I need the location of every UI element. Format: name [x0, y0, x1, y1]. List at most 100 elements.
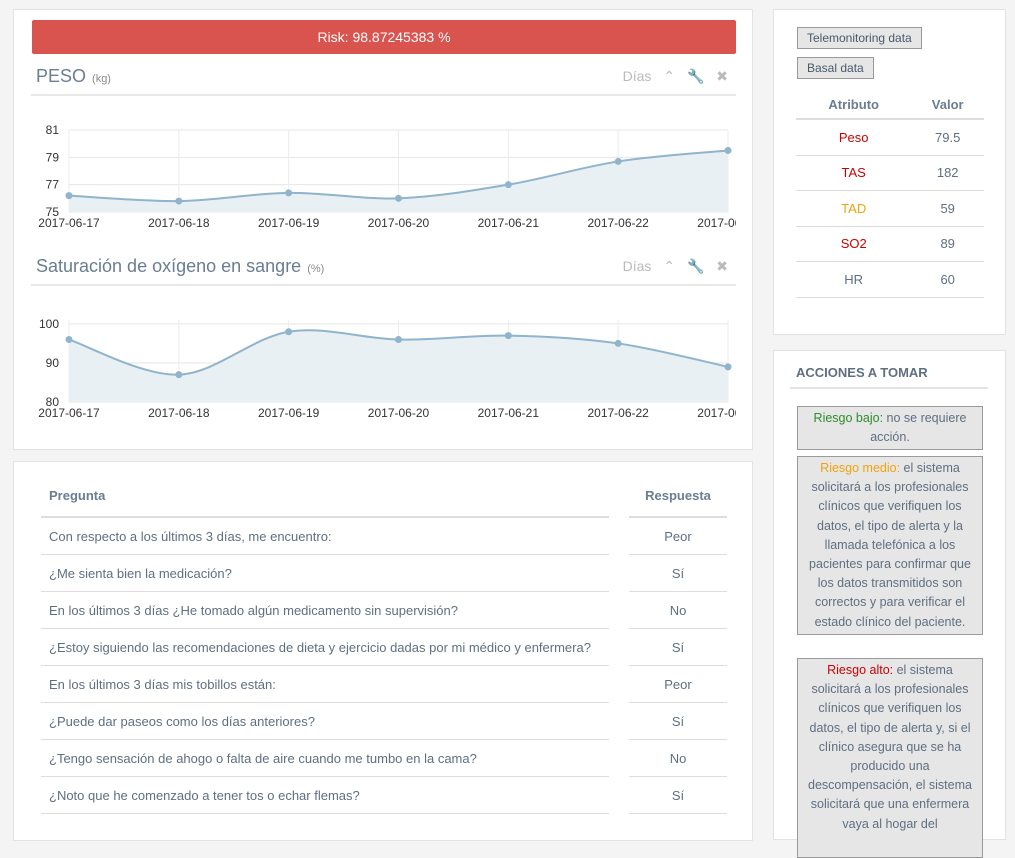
close-icon[interactable]: ✖ [716, 68, 728, 84]
y-tick-label: 100 [39, 317, 59, 331]
wrench-icon[interactable]: 🔧 [687, 258, 704, 274]
table-row: Peso 79.5 [796, 120, 984, 156]
weight-unit: (kg) [92, 73, 111, 85]
answer-text: Peor [629, 518, 727, 555]
x-tick-label: 2017-06-23 [697, 216, 736, 230]
data-point[interactable] [614, 157, 622, 165]
data-point[interactable] [285, 328, 293, 336]
attribute-value: 89 [911, 227, 984, 262]
low-risk-text: no se requiere acción. [870, 411, 967, 445]
answer-text: Sí [629, 629, 727, 666]
actions-title: ACCIONES A TOMAR [790, 361, 988, 389]
question-text: ¿Me sienta bien la medicación? [41, 555, 609, 592]
weight-chart-svg: 757779812017-06-17 2017-06-18 2017-06-19 20… [38, 123, 759, 230]
question-header: Pregunta [41, 474, 609, 518]
answer-text: Sí [629, 555, 727, 592]
data-point[interactable] [504, 181, 512, 189]
medium-risk-text: el sistema solicitará a los profesionale… [809, 461, 971, 629]
high-risk-box: Riesgo alto: el sistema solicitará a los… [797, 658, 983, 858]
spo2-widget-header: Saturación de oxígeno en sangre (%) Días … [31, 250, 736, 286]
data-point[interactable] [504, 332, 512, 340]
basal-data-button[interactable]: Basal data [797, 57, 874, 79]
x-tick-label: 2017-06-22 [587, 216, 649, 230]
attribute-name: TAD [796, 191, 912, 227]
high-risk-label: Riesgo alto: [827, 663, 894, 677]
x-tick-label: 2017-06-19 [258, 406, 320, 420]
answer-text: No [629, 592, 727, 629]
x-tick-label: 2017-06-18 [148, 216, 210, 230]
telemonitoring-data-button[interactable]: Telemonitoring data [797, 27, 922, 49]
chevron-up-icon[interactable]: ⌃ [663, 68, 675, 84]
chevron-up-icon[interactable]: ⌃ [663, 258, 675, 274]
weight-widget-controls: Días ⌃ 🔧 ✖ [615, 68, 728, 85]
y-tick-label: 79 [46, 150, 60, 164]
data-point[interactable] [175, 197, 183, 205]
y-tick-label: 90 [46, 356, 60, 370]
data-point[interactable] [614, 339, 622, 347]
answer-text: Peor [629, 666, 727, 703]
question-text: ¿Tengo sensación de ahogo o falta de air… [41, 740, 609, 777]
answer-text: No [629, 740, 727, 777]
spo2-widget-title: Saturación de oxígeno en sangre (%) [36, 256, 324, 277]
spo2-chart: 80 90 100 2017-06-17 2017-06-18 2017-06-19 201… [31, 308, 759, 428]
question-text: En los últimos 3 días ¿He tomado algún m… [41, 592, 609, 629]
weight-widget-header: PESO (kg) Días ⌃ 🔧 ✖ [31, 60, 736, 96]
table-row: SO2 89 [796, 227, 984, 262]
x-tick-label: 2017-06-21 [478, 216, 540, 230]
data-point[interactable] [65, 336, 73, 344]
spo2-title-text: Saturación de oxígeno en sangre [36, 256, 302, 276]
attribute-name: TAS [796, 156, 912, 191]
data-point[interactable] [395, 194, 402, 202]
medium-risk-box: Riesgo medio: el sistema solicitará a lo… [797, 456, 983, 635]
table-row: ¿Noto que he comenzado a tener tos o ech… [41, 777, 727, 814]
x-tick-label: 2017-06-21 [478, 406, 540, 420]
close-icon[interactable]: ✖ [716, 258, 728, 274]
attribute-name: Peso [796, 120, 912, 156]
spo2-widget-controls: Días ⌃ 🔧 ✖ [615, 258, 728, 275]
data-point[interactable] [724, 363, 732, 371]
attribute-value: 182 [911, 156, 984, 191]
questionnaire-table: Pregunta Respuesta Con respecto a los úl… [41, 474, 727, 814]
data-point[interactable] [724, 147, 732, 154]
attribute-name: HR [796, 262, 912, 298]
low-risk-box: Riesgo bajo: no se requiere acción. [797, 406, 983, 451]
weight-widget-title: PESO (kg) [36, 66, 111, 87]
spo2-chart-svg: 80901002017-06-17 2017-06-18 2017-06-19 201… [38, 317, 759, 420]
attribute-header: Atributo [796, 90, 912, 120]
x-tick-label: 2017-06-18 [148, 406, 210, 420]
data-point[interactable] [65, 192, 73, 200]
x-tick-label: 2017-06-17 [38, 216, 100, 230]
table-row: En los últimos 3 días mis tobillos están… [41, 666, 727, 703]
y-tick-label: 77 [46, 178, 60, 192]
question-text: Con respecto a los últimos 3 días, me en… [41, 518, 609, 555]
questionnaire-panel: Pregunta Respuesta Con respecto a los úl… [13, 461, 753, 841]
question-text: ¿Puede dar paseos como los días anterior… [41, 703, 609, 740]
weight-title-text: PESO [36, 66, 87, 86]
weight-period-label[interactable]: Días [623, 68, 652, 84]
low-risk-label: Riesgo bajo: [813, 411, 884, 425]
question-text: En los últimos 3 días mis tobillos están… [41, 666, 609, 703]
data-point[interactable] [285, 189, 293, 197]
attribute-name: SO2 [796, 227, 912, 262]
spo2-unit: (%) [307, 263, 325, 275]
data-panel: Telemonitoring data Basal data Atributo … [773, 9, 1006, 335]
actions-panel: ACCIONES A TOMAR Riesgo bajo: no se requ… [773, 350, 1006, 858]
table-row: En los últimos 3 días ¿He tomado algún m… [41, 592, 727, 629]
answer-header: Respuesta [629, 474, 727, 518]
question-text: ¿Estoy siguiendo las recomendaciones de … [41, 629, 609, 666]
data-point[interactable] [395, 336, 402, 344]
spo2-period-label[interactable]: Días [623, 258, 652, 274]
wrench-icon[interactable]: 🔧 [687, 68, 704, 84]
answer-text: Sí [629, 703, 727, 740]
x-tick-label: 2017-06-20 [368, 216, 430, 230]
table-row: ¿Tengo sensación de ahogo o falta de air… [41, 740, 727, 777]
table-row: ¿Puede dar paseos como los días anterior… [41, 703, 727, 740]
question-text: ¿Noto que he comenzado a tener tos o ech… [41, 777, 609, 814]
y-tick-label: 81 [46, 123, 60, 137]
data-point[interactable] [175, 371, 183, 379]
table-row: TAS 182 [796, 156, 984, 191]
attributes-table: Atributo Valor Peso 79.5 TAS 182 TAD 59 SO2 89 H… [796, 90, 984, 298]
attribute-value: 79.5 [911, 120, 984, 156]
table-row: TAD 59 [796, 191, 984, 227]
answer-text: Sí [629, 777, 727, 814]
